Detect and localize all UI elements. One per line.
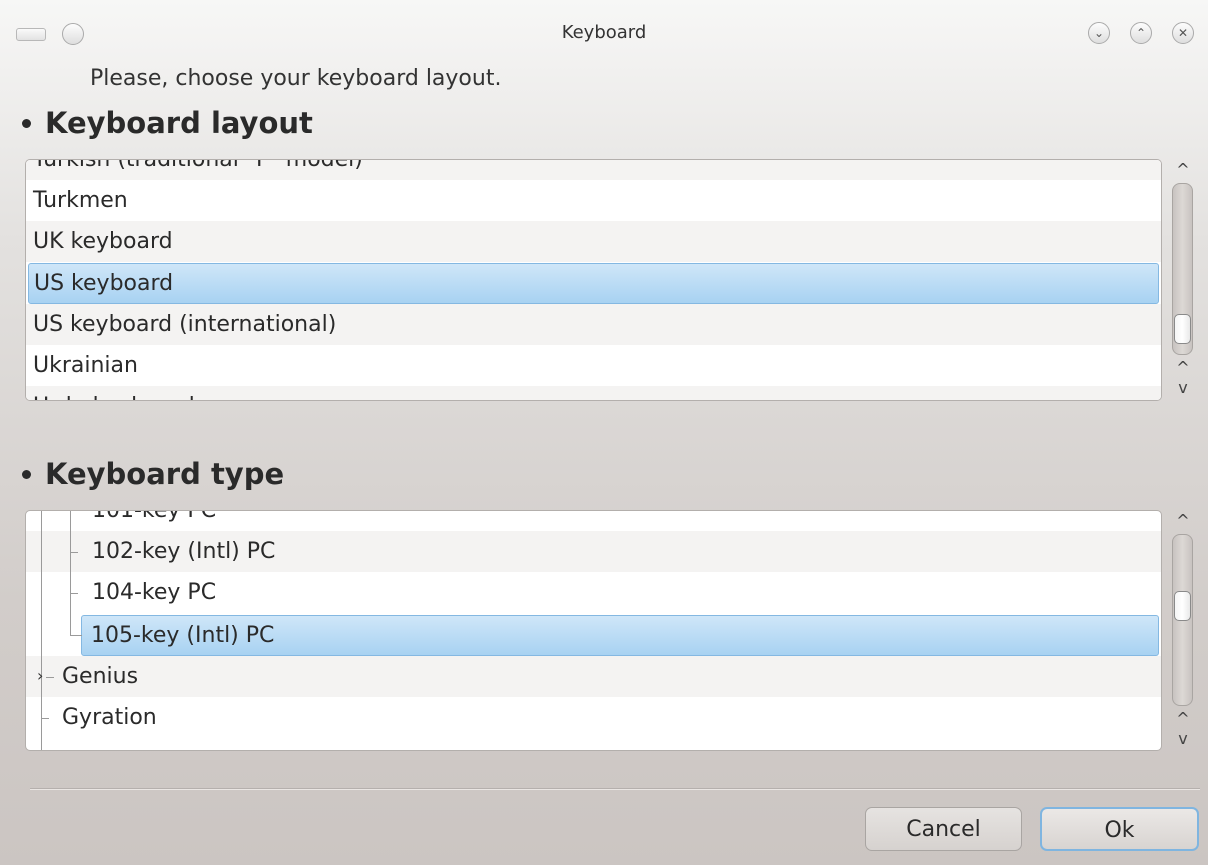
scroll-handle[interactable] [1174, 591, 1191, 621]
close-icon[interactable]: ✕ [1172, 22, 1194, 44]
tree-line [70, 593, 78, 594]
keyboard-layout-heading-text: Keyboard layout [45, 106, 313, 140]
keyboard-type-tree[interactable]: 101-key PC 102-key (Intl) PC 104-key PC … [25, 510, 1162, 751]
scroll-up-icon[interactable]: ^ [1170, 708, 1196, 730]
list-item-selected[interactable]: US keyboard [28, 263, 1159, 304]
list-item[interactable]: UK keyboard [26, 221, 1161, 262]
tree-item-label: 104-key PC [92, 580, 217, 605]
keyboard-layout-heading: Keyboard layout [22, 106, 313, 140]
cancel-button[interactable]: Cancel [865, 807, 1022, 851]
tree-item[interactable]: 104-key PC [26, 572, 1161, 613]
ok-button[interactable]: Ok [1040, 807, 1199, 851]
window-title: Keyboard [561, 22, 647, 43]
tree-item-label: Genius [62, 664, 139, 689]
tree-item-label: 101-key PC [92, 510, 217, 523]
keyboard-type-heading: Keyboard type [22, 457, 284, 491]
expand-arrow-icon[interactable]: › [37, 666, 43, 685]
keyboard-layout-scrollbar[interactable]: ^ ^ v [1170, 159, 1196, 401]
keyboard-type-heading-text: Keyboard type [45, 457, 285, 491]
scroll-up-icon[interactable]: ^ [1170, 159, 1196, 181]
list-item[interactable]: Urdu keyboard [26, 386, 1161, 400]
list-item[interactable]: Turkish (traditional "F" model) [26, 159, 1161, 180]
list-item-label: Ukrainian [33, 353, 138, 378]
tree-line [70, 511, 71, 635]
scroll-down-icon[interactable]: v [1170, 728, 1196, 750]
tree-line [70, 552, 78, 553]
list-item[interactable]: Turkmen [26, 180, 1161, 221]
list-item-label: US keyboard (international) [33, 312, 337, 337]
scroll-up-icon[interactable]: ^ [1170, 357, 1196, 379]
bullet-icon [22, 118, 31, 128]
separator [30, 788, 1200, 789]
bullet-icon [22, 469, 31, 479]
tree-item[interactable]: Gyration [26, 697, 1161, 738]
list-item-label: Turkish (traditional "F" model) [33, 159, 363, 172]
tree-line [46, 677, 54, 678]
keyboard-layout-list[interactable]: Turkish (traditional "F" model) Turkmen … [25, 159, 1162, 401]
list-item[interactable]: Ukrainian [26, 345, 1161, 386]
list-item-label: Turkmen [33, 188, 128, 213]
tree-item[interactable]: Genius [26, 656, 1161, 697]
list-item-label: UK keyboard [33, 229, 173, 254]
scroll-down-icon[interactable]: v [1170, 377, 1196, 399]
tree-item-selected[interactable]: 105-key (Intl) PC [81, 615, 1159, 656]
title-bar: Keyboard ⌄ ⌃ ✕ [0, 0, 1208, 64]
scroll-up-icon[interactable]: ^ [1170, 510, 1196, 532]
tree-line [70, 635, 82, 636]
tree-item-label: 102-key (Intl) PC [92, 539, 276, 564]
tree-item[interactable]: 101-key PC [26, 510, 1161, 531]
keyboard-type-scrollbar[interactable]: ^ ^ v [1170, 510, 1196, 751]
list-item[interactable]: US keyboard (international) [26, 304, 1161, 345]
tree-item-label: Gyration [62, 705, 157, 730]
minimize-icon[interactable]: ⌄ [1088, 22, 1110, 44]
tree-line [41, 718, 49, 719]
list-item-label: Urdu keyboard [33, 386, 195, 400]
list-item-label: US keyboard [34, 271, 174, 296]
tree-item-label: 105-key (Intl) PC [91, 623, 275, 648]
maximize-icon[interactable]: ⌃ [1130, 22, 1152, 44]
tree-item[interactable]: 102-key (Intl) PC [26, 531, 1161, 572]
scroll-handle[interactable] [1174, 314, 1191, 344]
scroll-track[interactable] [1172, 183, 1193, 355]
tree-line [41, 511, 42, 750]
scroll-track[interactable] [1172, 534, 1193, 706]
prompt-text: Please, choose your keyboard layout. [90, 66, 502, 91]
